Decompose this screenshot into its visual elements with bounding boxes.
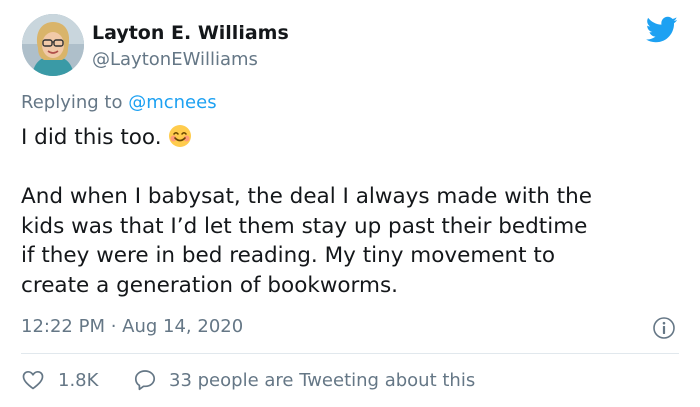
tweet-timestamp[interactable]: 12:22 PM · Aug 14, 2020 bbox=[21, 316, 243, 337]
author-name[interactable]: Layton E. Williams bbox=[92, 22, 289, 44]
like-button[interactable]: 1.8K bbox=[21, 366, 98, 394]
tweeting-about-text[interactable]: 33 people are Tweeting about this bbox=[169, 370, 475, 391]
info-icon[interactable] bbox=[652, 316, 676, 340]
tweet-line: if they were in bed reading. My tiny mov… bbox=[21, 243, 555, 268]
tweet-card: Layton E. Williams @LaytonEWilliams Repl… bbox=[0, 0, 700, 407]
avatar-image bbox=[22, 14, 84, 76]
tweet-line-text: I did this too. bbox=[21, 125, 162, 150]
author-handle[interactable]: @LaytonEWilliams bbox=[92, 49, 258, 70]
twitter-bird-icon[interactable] bbox=[645, 16, 678, 44]
meta-separator: · bbox=[104, 316, 123, 337]
tweet-date[interactable]: Aug 14, 2020 bbox=[122, 316, 243, 337]
reply-mention-link[interactable]: @mcnees bbox=[128, 92, 216, 113]
tweet-text: I did this too. And when I babysat, the … bbox=[21, 123, 671, 300]
reply-prefix: Replying to bbox=[21, 92, 129, 113]
avatar[interactable] bbox=[22, 14, 84, 76]
tweet-line: I did this too. bbox=[21, 123, 671, 153]
tweet-line: kids was that I’d let them stay up past … bbox=[21, 213, 588, 239]
heart-icon[interactable] bbox=[21, 368, 45, 392]
speech-bubble-icon[interactable] bbox=[133, 368, 157, 392]
tweeting-about-link[interactable]: 33 people are Tweeting about this bbox=[133, 366, 475, 394]
like-count[interactable]: 1.8K bbox=[58, 370, 98, 391]
reply-context: Replying to @mcnees bbox=[21, 92, 217, 113]
tweet-line: create a generation of bookworms. bbox=[21, 272, 398, 298]
tweet-time[interactable]: 12:22 PM bbox=[21, 316, 105, 337]
tweet-line: And when I babysat, the deal I always ma… bbox=[21, 184, 592, 209]
divider bbox=[21, 353, 679, 354]
smiling-face-with-hearts-emoji-icon bbox=[168, 124, 192, 148]
